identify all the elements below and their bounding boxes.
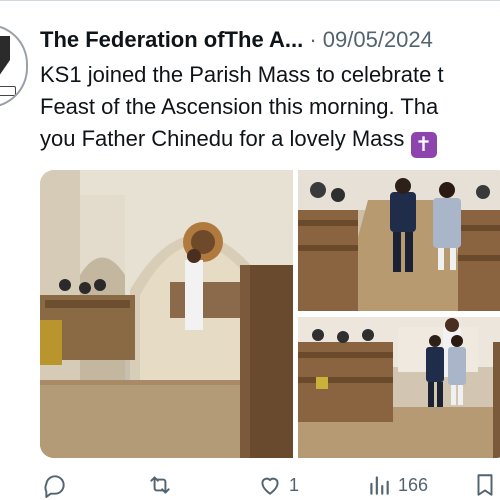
photo-church-altar[interactable] <box>40 170 293 458</box>
tweet-header: The Federation ofThe A... · 09/05/2024 <box>40 25 500 55</box>
reply-icon <box>44 475 65 498</box>
views-button[interactable]: 166 <box>366 470 428 500</box>
repost-icon <box>150 476 170 494</box>
like-button[interactable]: 1 <box>257 470 299 500</box>
post-date[interactable]: 09/05/2024 <box>323 27 433 52</box>
tweet-text-line: you Father Chinedu for a lovely Mass <box>40 126 405 151</box>
tweet-text-line-3: you Father Chinedu for a lovely Mass ✝ <box>40 124 500 158</box>
tweet-text: KS1 joined the Parish Mass to celebrate … <box>40 60 500 158</box>
divider <box>0 0 500 1</box>
tweet-text-line: Feast of the Ascension this morning. Tha <box>40 94 439 119</box>
separator-dot: · <box>309 27 317 52</box>
action-bar: 1 166 <box>0 470 500 500</box>
crest-icon <box>0 36 10 76</box>
bookmark-button[interactable] <box>472 470 498 500</box>
avatar[interactable] <box>0 24 28 108</box>
bookmark-icon <box>477 474 493 496</box>
photo-children-altar[interactable] <box>298 317 500 458</box>
photo-children-aisle[interactable] <box>298 170 500 311</box>
reply-button[interactable] <box>42 470 74 500</box>
tweet-text-line: KS1 joined the Parish Mass to celebrate … <box>40 62 444 87</box>
like-count: 1 <box>289 474 300 495</box>
views-count: 166 <box>398 474 429 495</box>
views-icon <box>370 476 389 495</box>
heart-icon <box>261 477 279 495</box>
ribbon-icon <box>0 86 16 96</box>
latin-cross-emoji: ✝ <box>410 132 437 158</box>
repost-button[interactable] <box>147 470 179 500</box>
media-grid <box>40 170 500 458</box>
author-name[interactable]: The Federation ofThe A... <box>40 27 303 52</box>
